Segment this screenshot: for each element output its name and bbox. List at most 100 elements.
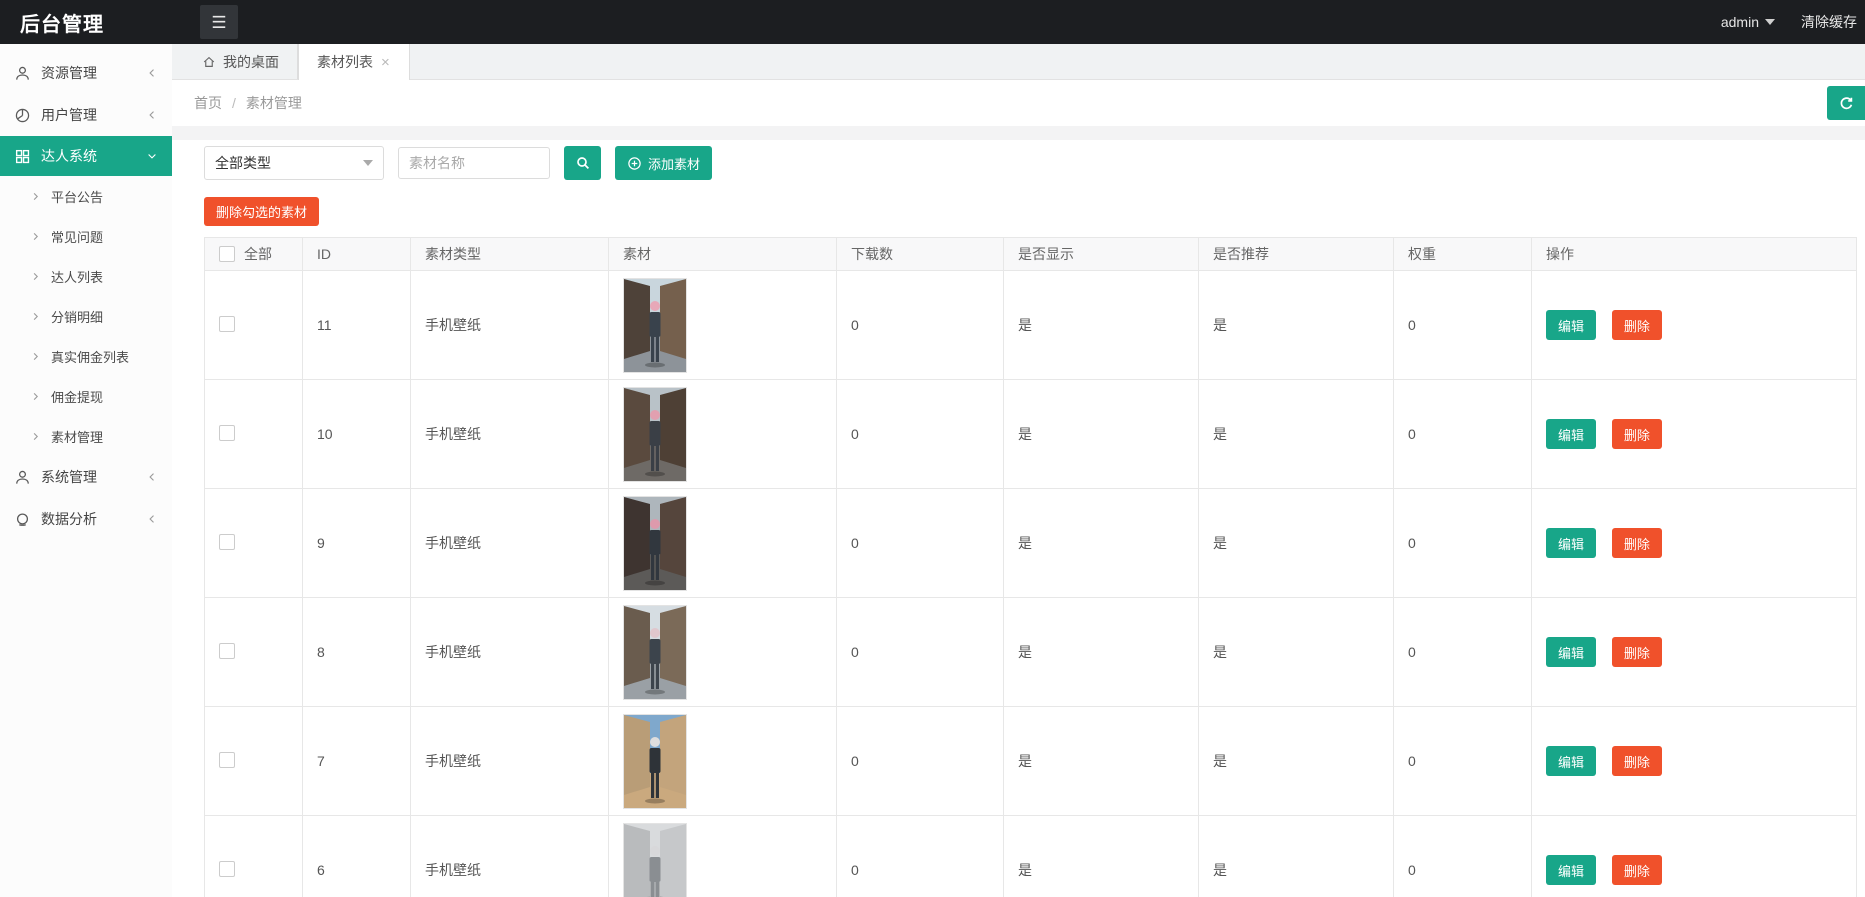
delete-button[interactable]: 删除 [1612, 746, 1662, 776]
chevron-left-icon [146, 513, 158, 525]
user-icon [14, 469, 31, 486]
row-id: 10 [317, 426, 333, 442]
user-menu[interactable]: admin [1721, 14, 1775, 30]
material-thumbnail[interactable] [623, 605, 687, 700]
row-recommended: 是 [1213, 753, 1227, 769]
sidebar-submenu-item[interactable]: 真实佣金列表 [0, 336, 172, 376]
row-checkbox[interactable] [219, 425, 235, 441]
sidebar-item-label: 系统管理 [41, 467, 136, 487]
header-weight: 权重 [1394, 238, 1532, 271]
row-checkbox[interactable] [219, 861, 235, 877]
material-thumbnail[interactable] [623, 496, 687, 591]
row-checkbox[interactable] [219, 534, 235, 550]
delete-button[interactable]: 删除 [1612, 528, 1662, 558]
row-id: 11 [317, 317, 332, 333]
row-visible: 是 [1018, 862, 1032, 878]
search-icon [575, 155, 591, 171]
submenu-item-label: 分销明细 [51, 307, 103, 326]
delete-button[interactable]: 删除 [1612, 419, 1662, 449]
sidebar-item-users[interactable]: 用户管理 [0, 94, 172, 136]
sidebar-toggle-button[interactable]: ☰ [200, 5, 238, 39]
sidebar-submenu-item[interactable]: 平台公告 [0, 176, 172, 216]
add-material-button[interactable]: 添加素材 [615, 146, 712, 180]
tab-my-desktop[interactable]: 我的桌面 [184, 44, 298, 79]
delete-button[interactable]: 删除 [1612, 637, 1662, 667]
row-checkbox[interactable] [219, 752, 235, 768]
sidebar-submenu-item[interactable]: 分销明细 [0, 296, 172, 336]
tab-label: 我的桌面 [223, 52, 279, 72]
row-type: 手机壁纸 [425, 753, 481, 769]
row-recommended: 是 [1213, 535, 1227, 551]
sidebar-submenu-item[interactable]: 达人列表 [0, 256, 172, 296]
row-id: 6 [317, 862, 325, 878]
row-visible: 是 [1018, 535, 1032, 551]
row-visible: 是 [1018, 317, 1032, 333]
search-button[interactable] [564, 146, 601, 180]
tab-label: 素材列表 [317, 52, 373, 72]
edit-button[interactable]: 编辑 [1546, 310, 1596, 340]
header-downloads: 下载数 [837, 238, 1004, 271]
submenu-item-label: 平台公告 [51, 187, 103, 206]
edit-button[interactable]: 编辑 [1546, 528, 1596, 558]
sidebar-item-resources[interactable]: 资源管理 [0, 52, 172, 94]
table-row: 10 手机壁纸 0 是 是 0 编辑 删除 [205, 380, 1857, 489]
delete-button[interactable]: 删除 [1612, 855, 1662, 885]
clear-cache-button[interactable]: 清除缓存 [1801, 12, 1857, 32]
breadcrumb: 首页 / 素材管理 [172, 80, 1865, 126]
breadcrumb-separator: / [232, 95, 236, 111]
row-checkbox[interactable] [219, 316, 235, 332]
type-filter-select[interactable]: 全部类型 [204, 146, 384, 180]
refresh-button[interactable] [1827, 86, 1865, 120]
delete-checked-button[interactable]: 删除勾选的素材 [204, 197, 319, 226]
sidebar-submenu-item[interactable]: 常见问题 [0, 216, 172, 256]
tab-material-list[interactable]: 素材列表 × [298, 44, 410, 80]
header-label: 全部 [244, 244, 272, 264]
sidebar-submenu-item[interactable]: 佣金提现 [0, 376, 172, 416]
thumbnail-image [624, 497, 686, 590]
breadcrumb-home[interactable]: 首页 [194, 93, 222, 113]
submenu-item-label: 真实佣金列表 [51, 347, 129, 366]
table-row: 8 手机壁纸 0 是 是 0 编辑 删除 [205, 598, 1857, 707]
material-thumbnail[interactable] [623, 387, 687, 482]
delete-button[interactable]: 删除 [1612, 310, 1662, 340]
material-name-input[interactable] [398, 147, 550, 179]
row-recommended: 是 [1213, 644, 1227, 660]
row-weight: 0 [1408, 426, 1416, 442]
edit-button[interactable]: 编辑 [1546, 637, 1596, 667]
material-thumbnail[interactable] [623, 278, 687, 373]
header-select-all: 全部 [205, 238, 303, 271]
edit-button[interactable]: 编辑 [1546, 855, 1596, 885]
thumbnail-image [624, 715, 686, 808]
close-icon[interactable]: × [380, 55, 391, 70]
header-recommended: 是否推荐 [1199, 238, 1394, 271]
sidebar-submenu-item[interactable]: 素材管理 [0, 416, 172, 456]
material-thumbnail[interactable] [623, 823, 687, 897]
row-downloads: 0 [851, 753, 859, 769]
thumbnail-image [624, 824, 686, 897]
filter-toolbar: 全部类型 添加素材 [204, 146, 1865, 180]
material-thumbnail[interactable] [623, 714, 687, 809]
header-material: 素材 [609, 238, 837, 271]
row-downloads: 0 [851, 862, 859, 878]
row-type: 手机壁纸 [425, 644, 481, 660]
row-weight: 0 [1408, 753, 1416, 769]
sidebar-item-talent-system[interactable]: 达人系统 [0, 136, 172, 176]
sidebar-item-label: 用户管理 [41, 105, 136, 125]
select-all-checkbox[interactable] [219, 246, 235, 262]
row-weight: 0 [1408, 535, 1416, 551]
sidebar-item-analytics[interactable]: 数据分析 [0, 498, 172, 540]
arrow-right-icon [30, 231, 41, 242]
table-row: 9 手机壁纸 0 是 是 0 编辑 删除 [205, 489, 1857, 598]
table-header-row: 全部 ID 素材类型 素材 下载数 是否显示 是否推荐 权重 操作 [205, 238, 1857, 271]
row-downloads: 0 [851, 535, 859, 551]
caret-down-icon [1765, 19, 1775, 25]
edit-button[interactable]: 编辑 [1546, 419, 1596, 449]
thumbnail-image [624, 606, 686, 699]
edit-button[interactable]: 编辑 [1546, 746, 1596, 776]
row-checkbox[interactable] [219, 643, 235, 659]
sidebar-item-label: 数据分析 [41, 509, 136, 529]
sidebar-item-system[interactable]: 系统管理 [0, 456, 172, 498]
table-row: 11 手机壁纸 0 是 是 0 编辑 删除 [205, 271, 1857, 380]
submenu-item-label: 素材管理 [51, 427, 103, 446]
head-icon [14, 511, 31, 528]
